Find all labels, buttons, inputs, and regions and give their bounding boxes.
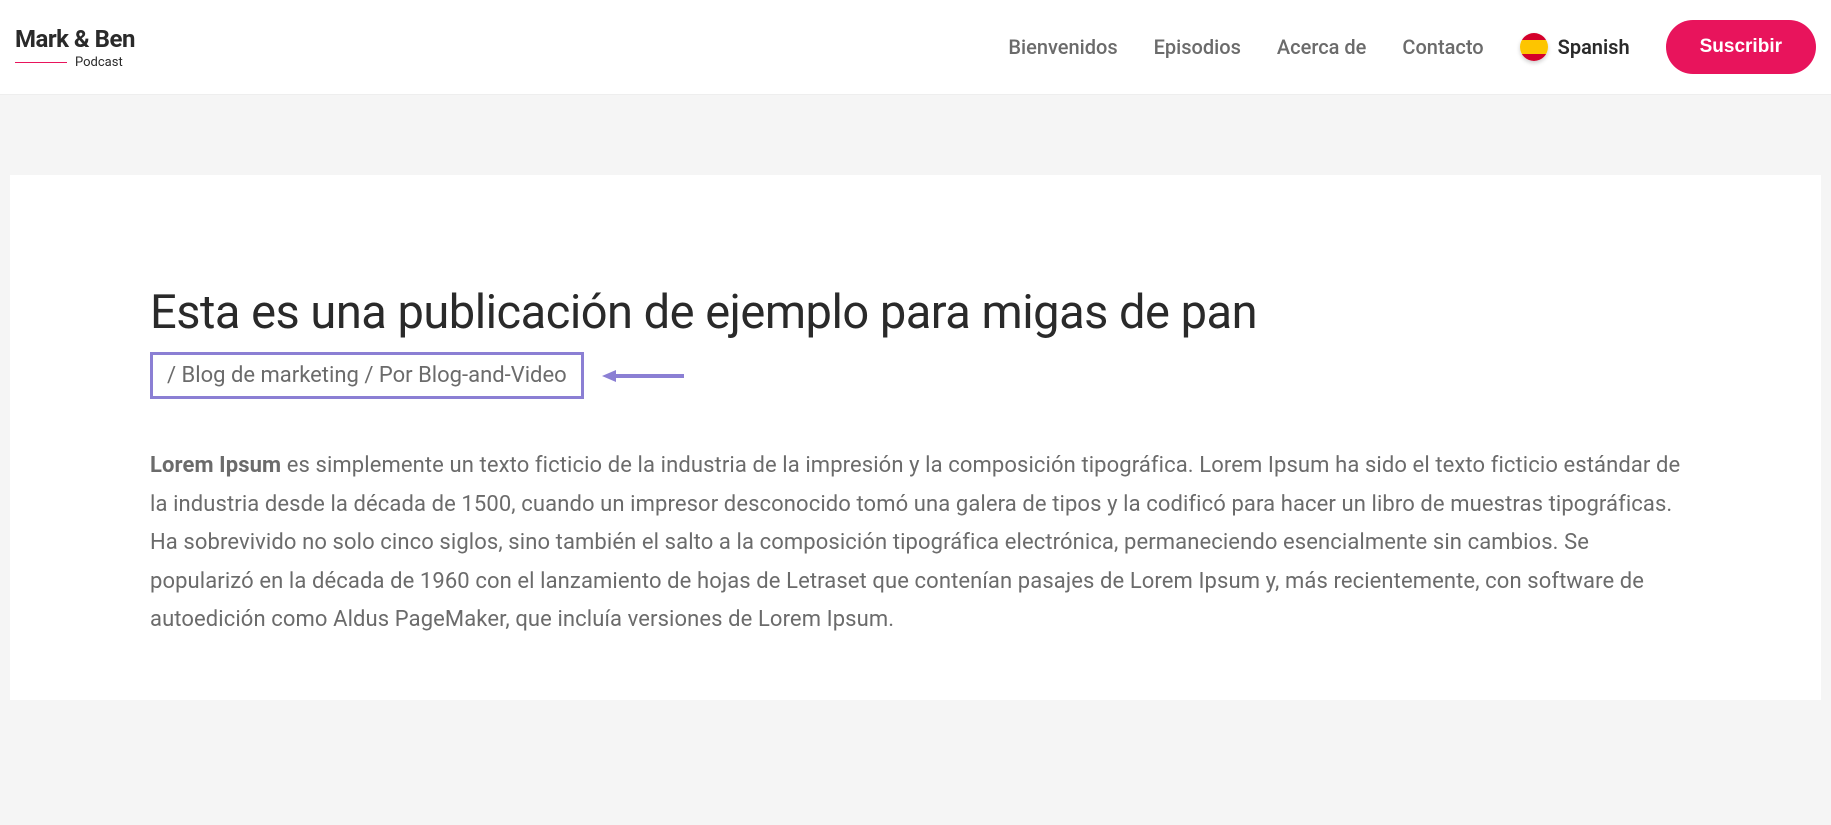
breadcrumb-sep: / Por [359,363,418,388]
site-logo[interactable]: Mark & Ben Podcast [15,25,135,70]
main-nav: Bienvenidos Episodios Acerca de Contacto… [1008,20,1816,74]
breadcrumb: / Blog de marketing / Por Blog-and-Video [150,352,584,399]
nav-link-bienvenidos[interactable]: Bienvenidos [1008,35,1117,59]
language-switcher[interactable]: Spanish [1520,33,1630,61]
subscribe-button[interactable]: Suscribir [1666,20,1816,74]
annotation-arrow-icon [602,368,684,384]
article-card: Esta es una publicación de ejemplo para … [10,175,1821,700]
nav-link-acerca[interactable]: Acerca de [1277,35,1366,59]
logo-title: Mark & Ben [15,25,135,53]
flag-spain-icon [1520,33,1548,61]
logo-underline [15,62,67,63]
language-label: Spanish [1558,35,1630,59]
nav-link-episodios[interactable]: Episodios [1154,35,1241,59]
logo-subtitle: Podcast [75,55,123,70]
logo-subtitle-wrap: Podcast [15,55,135,70]
breadcrumb-sep: / [167,363,182,388]
site-header: Mark & Ben Podcast Bienvenidos Episodios… [0,0,1831,95]
breadcrumb-category-link[interactable]: Blog de marketing [182,363,359,388]
article-body: Lorem Ipsum es simplemente un texto fict… [150,447,1681,640]
article-body-strong: Lorem Ipsum [150,453,281,478]
breadcrumb-container: / Blog de marketing / Por Blog-and-Video [150,352,584,399]
breadcrumb-author-link[interactable]: Blog-and-Video [418,363,567,388]
content-wrapper: Esta es una publicación de ejemplo para … [0,95,1831,700]
article-title: Esta es una publicación de ejemplo para … [150,285,1681,340]
nav-link-contacto[interactable]: Contacto [1402,35,1483,59]
article-body-text: es simplemente un texto ficticio de la i… [150,453,1680,632]
